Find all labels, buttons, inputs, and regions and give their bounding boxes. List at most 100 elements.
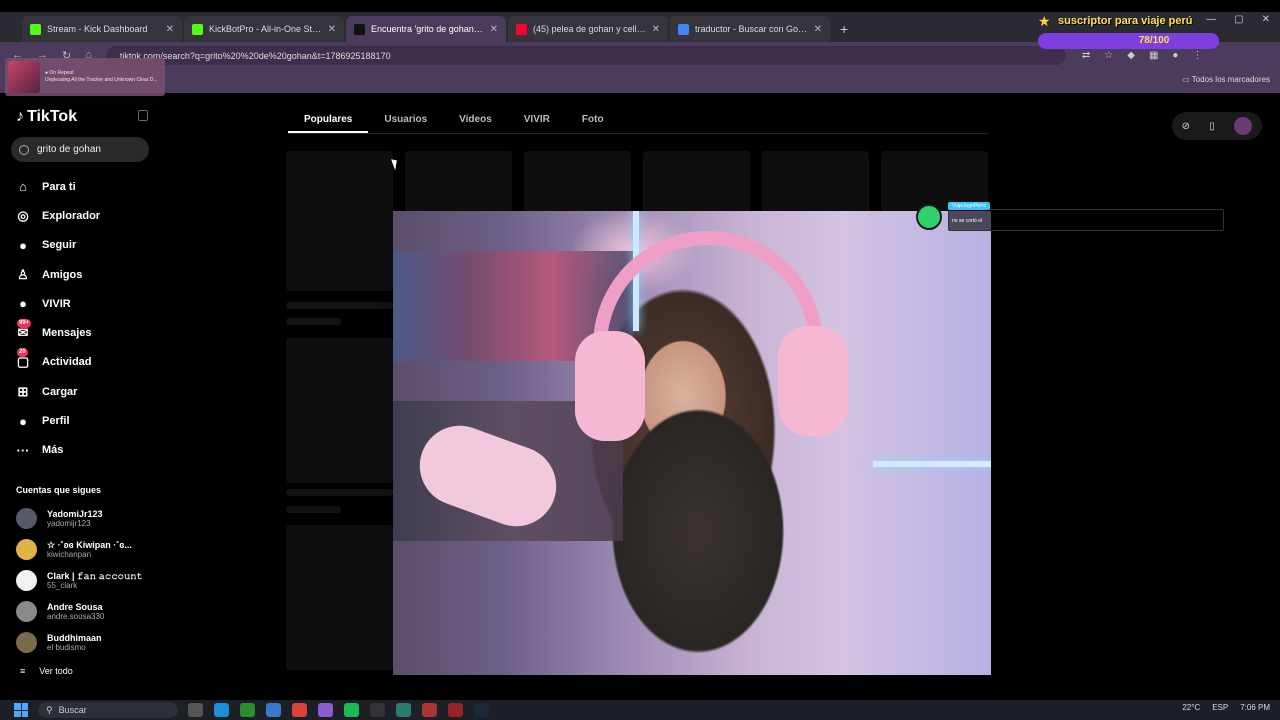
nav-label: VIVIR — [42, 297, 71, 310]
task-view-icon[interactable] — [188, 703, 203, 717]
edge-icon[interactable] — [214, 703, 229, 717]
tab-strip: Stream - Kick Dashboard ✕ KickBotPro - All… — [22, 16, 832, 42]
taskbar: ⚲ Buscar 22°C ESP 7:06 PM — [0, 700, 1280, 720]
tab-videos[interactable]: Videos — [443, 112, 508, 133]
nav-item-vivir[interactable]: ● VIVIR — [15, 289, 100, 318]
taskbar-search[interactable]: ⚲ Buscar — [38, 702, 178, 718]
account-username: yadomijr123 — [47, 518, 91, 528]
mail-icon[interactable] — [266, 703, 281, 717]
extension-icon[interactable]: ◆ — [1127, 50, 1135, 61]
language-indicator[interactable]: ESP — [1212, 703, 1228, 712]
clock[interactable]: 7:06 PM — [1240, 703, 1270, 712]
following-account[interactable]: Buddhimaan el budismo — [16, 632, 102, 653]
chat-username: ViajeJugePerro — [948, 202, 991, 210]
device-icon[interactable]: ▯ — [1209, 121, 1215, 132]
spotify-icon[interactable] — [344, 703, 359, 717]
app-icon[interactable] — [396, 703, 411, 717]
nav-item-perfil[interactable]: ● Perfil — [15, 406, 100, 435]
nav-item-cargar[interactable]: ⊞ Cargar — [15, 377, 100, 406]
search-input[interactable]: grito de gohan — [11, 137, 149, 162]
following-avatar-icon: ● — [19, 237, 27, 253]
puzzle-icon[interactable]: ▦ — [1149, 50, 1158, 61]
system-tray: 22°C ESP 7:06 PM — [1182, 703, 1270, 712]
steam-icon[interactable] — [474, 703, 489, 717]
tab-close-icon[interactable]: ✕ — [328, 24, 336, 35]
tab-favicon-icon — [516, 23, 527, 35]
coins-icon[interactable]: ⊘ — [1182, 121, 1190, 132]
collapse-sidebar-icon[interactable] — [138, 110, 148, 121]
tiktok-note-icon: ♪ — [16, 108, 24, 125]
see-all-button[interactable]: ≡ Ver todo — [20, 666, 73, 676]
loading-placeholder — [286, 506, 341, 513]
tab-label: Encuentra 'grito de gohan' en — [371, 24, 484, 34]
following-account[interactable]: Clark | 𝚏𝚊𝚗 𝚊𝚌𝚌𝚘𝚞𝚗𝚝 55_clark — [16, 570, 143, 591]
nav-item-explorador[interactable]: ◎ Explorador — [15, 201, 100, 230]
nav-item-actividad[interactable]: ▢ 20 Actividad — [15, 348, 100, 377]
following-account[interactable]: ☆ ·˚ʚɞ Kiwipan ·˚ɞ... kiwichanpan — [16, 539, 132, 560]
tab-usuarios[interactable]: Usuarios — [368, 112, 443, 133]
browser-tab[interactable]: KickBotPro - All-in-One Stream ✕ — [184, 16, 344, 42]
video-card-placeholder[interactable] — [286, 151, 393, 291]
chrome-icon[interactable] — [292, 703, 307, 717]
star-icon: ★ — [1038, 13, 1051, 29]
loading-placeholder — [286, 302, 393, 309]
account-username: kiwichanpan — [47, 549, 92, 559]
mini-player-line1: ● On Repeat — [45, 70, 74, 76]
nav-item-para-ti[interactable]: ⌂ Para ti — [15, 172, 100, 201]
video-card-placeholder[interactable] — [286, 338, 393, 483]
app-icon[interactable] — [422, 703, 437, 717]
app-icon[interactable] — [448, 703, 463, 717]
obs-icon[interactable] — [370, 703, 385, 717]
tab-populares[interactable]: Populares — [288, 112, 369, 133]
xbox-icon[interactable] — [240, 703, 255, 717]
windows-start-icon[interactable] — [14, 703, 28, 717]
tab-close-icon[interactable]: ✕ — [814, 24, 822, 35]
following-account[interactable]: YadomiJr123 yadomijr123 — [16, 508, 103, 529]
chat-message: no se cortó el — [952, 218, 983, 224]
account-name: Andre Sousa — [47, 601, 103, 612]
tab-favicon-icon — [354, 23, 365, 35]
goal-title: suscriptor para viaje perú — [1058, 15, 1193, 27]
tab-close-icon[interactable]: ✕ — [490, 24, 498, 35]
mini-player[interactable]: ● On Repeat Unpleasing All the Tracker a… — [5, 58, 165, 96]
new-tab-button[interactable]: + — [832, 21, 856, 42]
translate-icon[interactable]: ⇄ — [1082, 50, 1090, 61]
following-account[interactable]: Andre Sousa andre.sousa330 — [16, 601, 104, 622]
browser-tab[interactable]: Encuentra 'grito de gohan' en ✕ — [346, 16, 506, 42]
browser-tab[interactable]: Stream - Kick Dashboard ✕ — [22, 16, 182, 42]
bookmark-star-icon[interactable]: ☆ — [1104, 50, 1113, 61]
nav-item-amigos[interactable]: ♙ Amigos — [15, 260, 100, 289]
nav-label: Cargar — [42, 385, 78, 398]
loading-placeholder — [286, 318, 341, 325]
browser-tab[interactable]: (45) pelea de gohan y cell comp ✕ — [508, 16, 668, 42]
search-value: grito de gohan — [37, 144, 101, 155]
url-field[interactable]: tiktok.com/search?q=grito%20%20de%20goha… — [105, 46, 1066, 65]
nav-item-seguir[interactable]: ● Seguir — [15, 231, 100, 260]
nav-label: Actividad — [42, 356, 92, 369]
weather-temp[interactable]: 22°C — [1182, 703, 1200, 712]
profile-avatar[interactable] — [1234, 117, 1253, 135]
top-right-actions: ⊘ ▯ — [1172, 112, 1262, 140]
profile-icon[interactable]: ● — [1172, 50, 1178, 61]
app-icon[interactable] — [318, 703, 333, 717]
tab-close-icon[interactable]: ✕ — [166, 24, 174, 35]
toolbar-icons: ⇄ ☆ ◆ ▦ ● ⋮ — [1082, 50, 1203, 61]
browser-tab[interactable]: traductor - Buscar con Google ✕ — [670, 16, 830, 42]
avatar — [16, 632, 37, 653]
nav-item-mensajes[interactable]: ✉ 99+ Mensajes — [15, 318, 100, 347]
tab-close-icon[interactable]: ✕ — [652, 24, 660, 35]
headset-ear — [778, 326, 848, 436]
activity-icon: ▢ 20 — [16, 348, 30, 370]
video-card-placeholder[interactable] — [286, 525, 393, 670]
webcam-video — [393, 211, 991, 675]
account-username: 55_clark — [47, 580, 78, 590]
menu-icon[interactable]: ⋮ — [1192, 50, 1202, 61]
tiktok-logo[interactable]: ♪ TikTok — [16, 108, 77, 126]
nav-label: Perfil — [42, 415, 70, 428]
all-bookmarks[interactable]: ▭ Todos los marcadores — [1182, 75, 1270, 84]
tab-foto[interactable]: Foto — [566, 112, 620, 133]
tab-vivir[interactable]: VIVIR — [508, 112, 566, 133]
nav-label: Explorador — [42, 209, 101, 222]
nav-item-más[interactable]: ··· Más — [15, 436, 100, 465]
goal-widget: ★ suscriptor para viaje perú 78/100 — [1038, 13, 1270, 51]
